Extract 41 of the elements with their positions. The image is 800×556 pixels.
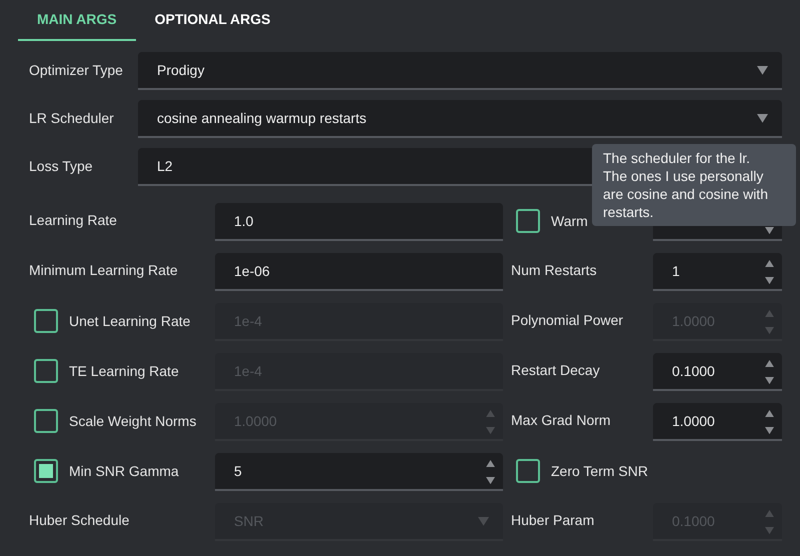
dropdown[interactable]: cosine annealing warmup restarts (138, 100, 782, 138)
spin-field[interactable]: 1.0000 (653, 403, 782, 441)
field-label: Unet Learning Rate (69, 312, 190, 331)
dropdown[interactable]: Prodigy (138, 52, 782, 90)
spin-field[interactable]: 0.1000 (653, 353, 782, 391)
spin-down-icon[interactable] (765, 377, 774, 384)
dropdown-caret-icon[interactable] (757, 66, 768, 75)
dropdown-caret-icon[interactable] (757, 114, 768, 123)
field-label: Loss Type (29, 157, 94, 176)
field-label: LR Scheduler (29, 109, 115, 128)
field-label: Min SNR Gamma (69, 462, 179, 480)
tooltip: The scheduler for the lr. The ones I use personally are cosine and cosine with restarts. (592, 144, 796, 226)
field-label: Zero Term SNR (551, 462, 648, 480)
spin-down-icon[interactable] (765, 427, 774, 434)
spin-up-icon[interactable] (765, 360, 774, 368)
input-field[interactable]: 1.0 (215, 203, 503, 241)
input-field[interactable]: 1e-06 (215, 253, 503, 291)
field-label: Scale Weight Norms (69, 412, 196, 431)
field-label: Max Grad Norm (511, 411, 611, 430)
spin-field[interactable]: 5 (215, 453, 503, 491)
field-label: Num Restarts (511, 261, 597, 280)
field-label: Optimizer Type (29, 61, 124, 80)
spin-up-icon[interactable] (765, 260, 774, 268)
checkbox[interactable] (516, 209, 540, 233)
field-label: TE Learning Rate (69, 362, 179, 381)
spin-field[interactable]: 1 (653, 253, 782, 291)
field-label: Restart Decay (511, 361, 600, 380)
field-label: Huber Schedule (29, 511, 130, 530)
checkbox[interactable] (516, 459, 540, 483)
field-label: Minimum Learning Rate (29, 261, 178, 280)
field-label: Polynomial Power (511, 311, 624, 330)
spin-down-icon[interactable] (765, 277, 774, 284)
field-label: Learning Rate (29, 211, 117, 230)
tab[interactable]: OPTIONAL ARGS (136, 0, 290, 41)
field-label: Huber Param (511, 511, 594, 530)
spin-up-icon[interactable] (486, 460, 495, 468)
checkbox[interactable] (34, 459, 58, 483)
field-label: Warm (551, 212, 588, 230)
spin-up-icon[interactable] (765, 410, 774, 418)
tab[interactable]: MAIN ARGS (18, 0, 136, 41)
spin-down-icon[interactable] (486, 477, 495, 484)
